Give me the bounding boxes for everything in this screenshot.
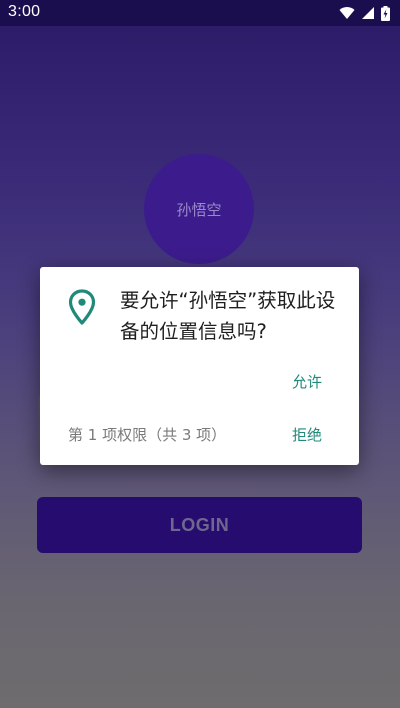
status-icons: [339, 5, 390, 21]
permission-dialog: 要允许“孙悟空”获取此设备的位置信息吗? 允许 第 1 项权限（共 3 项） 拒…: [40, 267, 359, 465]
avatar: 孙悟空: [144, 154, 254, 264]
permission-counter: 第 1 项权限（共 3 项）: [68, 426, 227, 444]
battery-charging-icon: [381, 5, 390, 21]
cellular-signal-icon: [362, 7, 374, 19]
status-bar: 3:00: [0, 0, 400, 26]
location-pin-icon: [68, 289, 96, 325]
dialog-message: 要允许“孙悟空”获取此设备的位置信息吗?: [120, 289, 336, 343]
deny-button[interactable]: 拒绝: [292, 424, 322, 445]
allow-button[interactable]: 允许: [292, 371, 322, 392]
app-screen: 3:00 孙悟空 LOGIN 要允许“孙悟空”获取此设备的位置信息吗? 允许 第…: [0, 0, 400, 708]
status-time: 3:00: [8, 3, 41, 20]
login-button[interactable]: LOGIN: [37, 497, 362, 553]
avatar-name: 孙悟空: [176, 200, 222, 219]
wifi-icon: [339, 7, 355, 20]
